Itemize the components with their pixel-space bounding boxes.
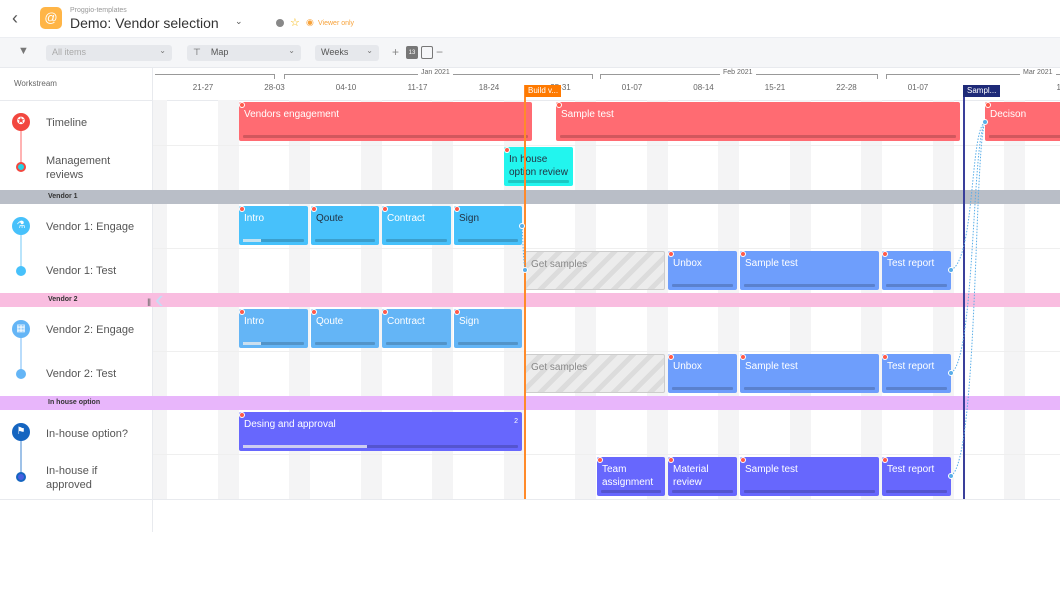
link-endpoint (948, 370, 954, 376)
dependency-links (519, 119, 988, 479)
link-endpoint (519, 223, 525, 229)
dependency-link (950, 121, 986, 477)
link-endpoint (948, 267, 954, 273)
dependency-link (521, 225, 526, 271)
link-endpoint (522, 267, 528, 273)
link-endpoint (982, 119, 988, 125)
link-endpoint (948, 473, 954, 479)
